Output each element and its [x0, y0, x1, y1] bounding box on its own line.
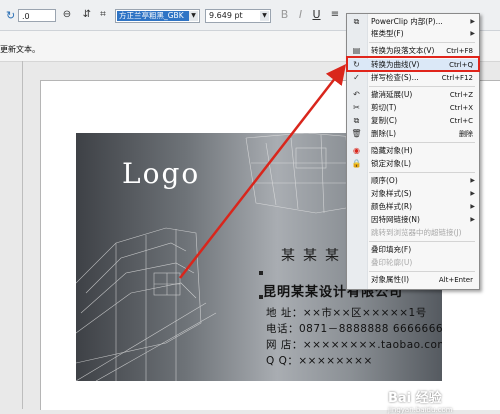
chevron-down-icon[interactable]: ▼ — [260, 11, 269, 21]
annotation-highlight-box — [346, 56, 480, 72]
vertical-ruler — [22, 61, 23, 409]
font-size-value: 9.649 pt — [209, 11, 243, 20]
menu-item-lock-object[interactable]: 🔒 锁定对象(L) — [347, 158, 479, 170]
card-qq: Q Q：×××××××× — [266, 355, 373, 367]
font-family-select[interactable]: 方正兰亭粗黑_GBK ▼ — [115, 9, 200, 23]
hide-icon: ◉ — [353, 146, 360, 155]
text-orientation-icon[interactable]: ⇵ — [80, 8, 94, 22]
menu-item-overprint-outline: 叠印轮廓(U) — [371, 258, 413, 267]
menu-item-color-style[interactable]: 颜色样式(R) ▶ — [347, 201, 479, 213]
menu-separator — [369, 172, 475, 173]
menu-item-internet-link[interactable]: 因特网链接(N) ▶ — [347, 214, 479, 226]
undo-icon: ↶ — [353, 90, 360, 99]
chevron-right-icon: ▶ — [470, 203, 475, 210]
selection-handle[interactable] — [259, 271, 263, 275]
chevron-right-icon: ▶ — [470, 216, 475, 223]
chevron-right-icon: ▶ — [470, 190, 475, 197]
chevron-right-icon: ▶ — [470, 18, 475, 25]
status-message: 更新文本。 — [0, 45, 40, 54]
watermark-text: Bai 经验 — [388, 391, 442, 406]
chevron-right-icon: ▶ — [470, 30, 475, 37]
chevron-down-icon[interactable]: ▼ — [189, 11, 198, 21]
copy-icon: ⧉ — [353, 116, 360, 125]
card-address: 地 址：××市××区×××××1号 — [266, 307, 427, 319]
card-logo-text: Logo — [122, 157, 201, 190]
menu-item-object-style[interactable]: 对象样式(S) ▶ — [347, 188, 479, 200]
spell-icon: ✓ — [353, 73, 360, 82]
menu-item-object-properties[interactable]: 对象属性(I) Alt+Enter — [347, 274, 479, 286]
watermark-subtext: jingyan.baidu.com — [388, 406, 453, 414]
card-website: 网 店：××××××××.taobao.com — [266, 339, 442, 351]
italic-button[interactable]: I — [294, 8, 307, 22]
menu-separator — [369, 142, 475, 143]
menu-item-delete[interactable]: 🗑 删除(L) 删除 — [347, 128, 479, 140]
menu-item-spell-check[interactable]: ✓ 拼写检查(S)... Ctrl+F12 — [347, 72, 479, 84]
menu-item-overprint-fill[interactable]: 叠印填充(F) — [347, 244, 479, 256]
text-icon: ▤ — [352, 46, 361, 55]
context-menu: ⧉ PowerClip 内部(P)... ▶ 框类型(F) ▶ ▤ 转换为段落文… — [346, 13, 480, 290]
bold-button[interactable]: B — [278, 8, 291, 22]
cut-icon: ✂ — [353, 103, 360, 112]
glyph-icon[interactable]: ⌗ — [96, 8, 110, 22]
menu-item-undo[interactable]: ↶ 撤消延展(U) Ctrl+Z — [347, 89, 479, 101]
menu-item-order[interactable]: 顺序(O) ▶ — [347, 175, 479, 187]
font-size-select[interactable]: 9.649 pt ▼ — [205, 9, 271, 23]
selection-handle[interactable] — [259, 295, 263, 299]
rotate-icon[interactable]: ↻ — [6, 9, 15, 22]
menu-item-cut[interactable]: ✂ 剪切(T) Ctrl+X — [347, 102, 479, 114]
menu-separator — [369, 241, 475, 242]
menu-item-copy[interactable]: ⧉ 复制(C) Ctrl+C — [347, 115, 479, 127]
card-phone: 电话：0871－8888888 66666666 — [266, 323, 442, 335]
menu-item-frame-type[interactable]: 框类型(F) ▶ — [347, 28, 479, 40]
menu-separator — [369, 86, 475, 87]
delete-icon: 🗑 — [351, 129, 362, 138]
menu-item-jump-hyperlink: 跳转到浏览器中的超链接(J) — [371, 228, 462, 237]
menu-item-powerclip[interactable]: ⧉ PowerClip 内部(P)... ▶ — [347, 16, 479, 28]
powerclip-icon: ⧉ — [353, 17, 360, 26]
menu-item-hide-object[interactable]: ◉ 隐藏对象(H) — [347, 145, 479, 157]
menu-separator — [369, 271, 475, 272]
watermark: Bai 经验 jingyan.baidu.com — [388, 387, 453, 414]
lock-icon: 🔒 — [351, 159, 362, 168]
underline-button[interactable]: U — [310, 8, 323, 22]
menu-separator — [369, 42, 475, 43]
mirror-icon[interactable]: ⊖ — [60, 8, 74, 22]
rotation-angle-input[interactable]: .0 — [18, 9, 56, 22]
font-family-value: 方正兰亭粗黑_GBK — [117, 11, 198, 21]
chevron-right-icon: ▶ — [470, 177, 475, 184]
card-brand-text: 某某某 — [281, 248, 347, 264]
align-icon[interactable]: ≡ — [328, 8, 342, 22]
